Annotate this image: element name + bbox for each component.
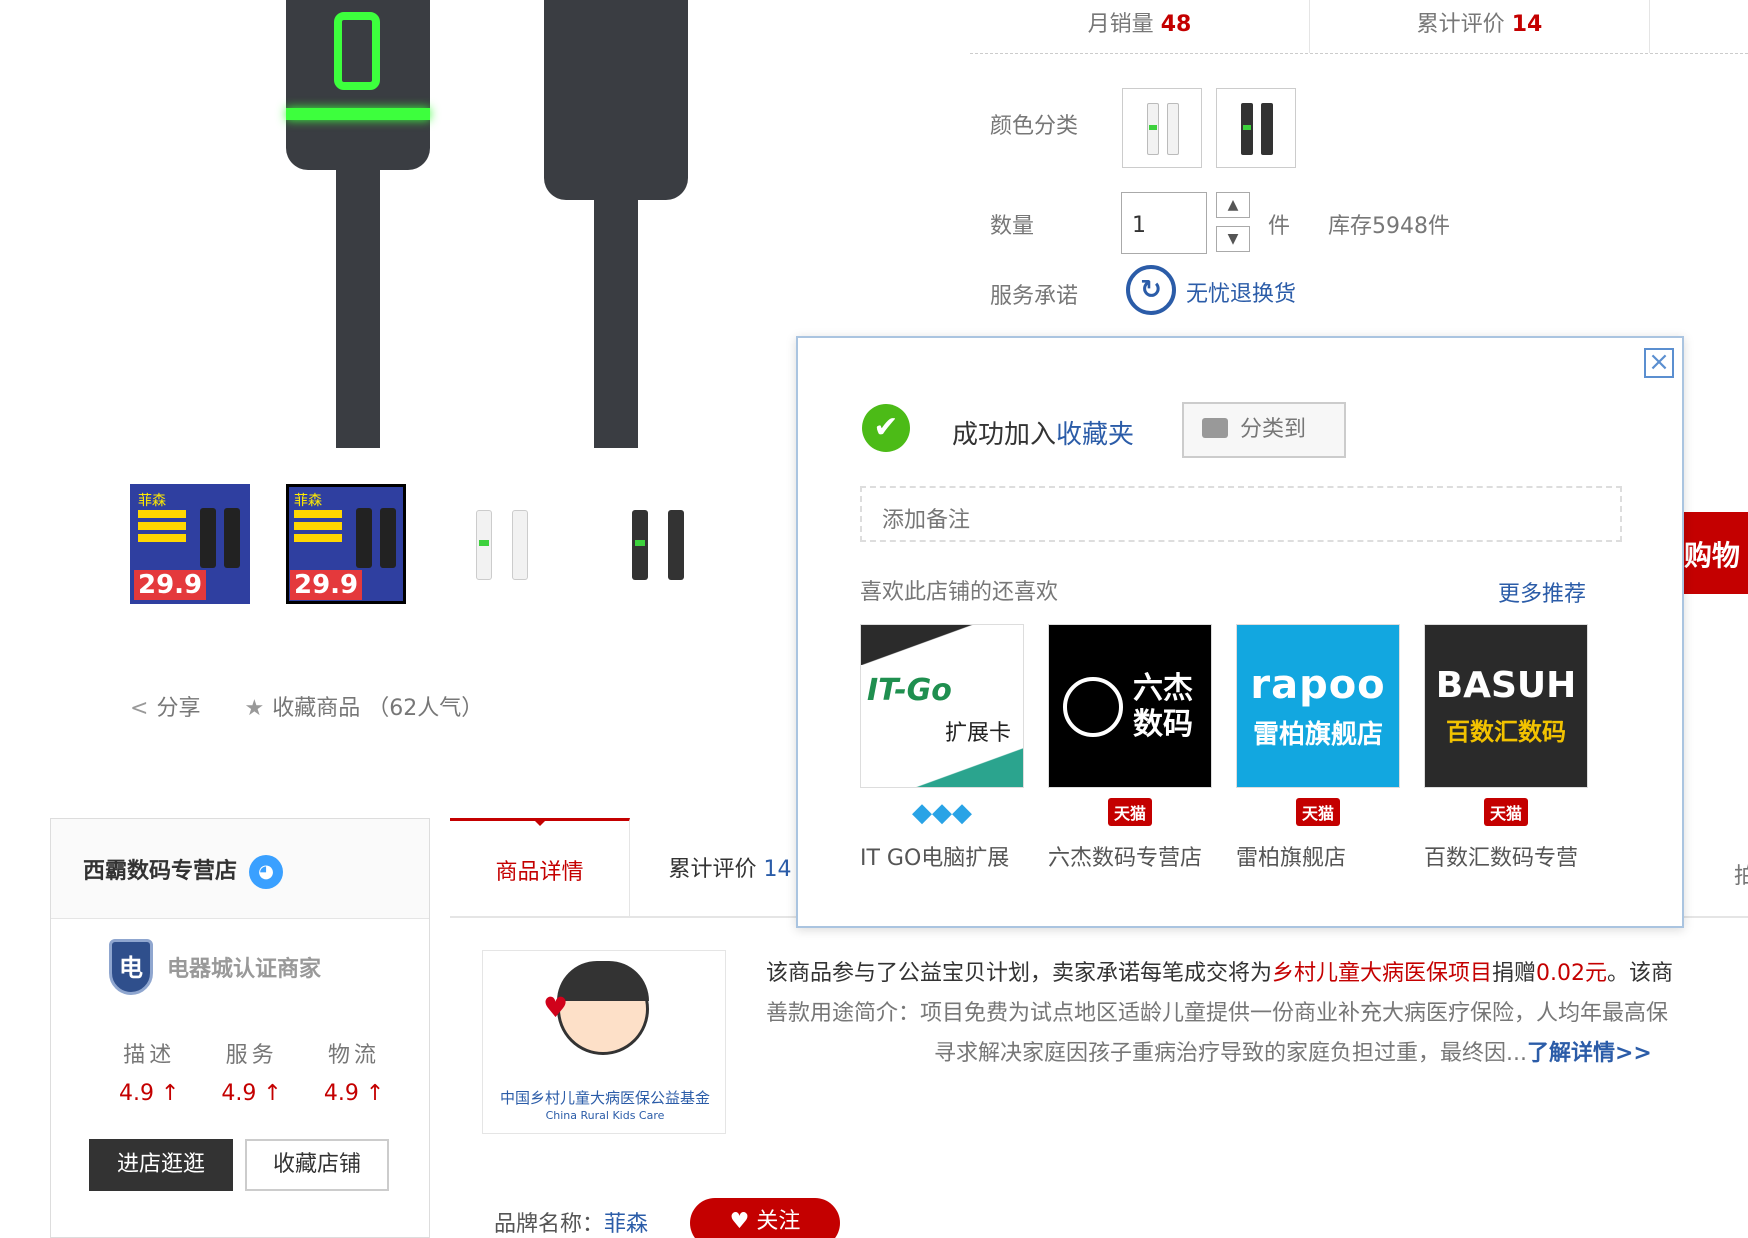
favorite-success-popup: × ✔ 成功加入收藏夹 分类到 添加备注 喜欢此店铺的还喜欢 更多推荐 IT-G… <box>796 336 1684 928</box>
stock-text: 库存5948件 <box>1328 214 1450 239</box>
sales-stats: 月销量 48 累计评价 14 <box>970 0 1748 54</box>
color-label: 颜色分类 <box>990 114 1079 139</box>
quantity-increase-button[interactable]: ▲ <box>1216 192 1250 218</box>
shop-name[interactable]: 西霸数码专营店 <box>83 859 237 884</box>
favorite-label: 收藏商品 <box>272 696 361 721</box>
share-label: 分享 <box>156 696 201 721</box>
quantity-label: 数量 <box>990 214 1035 239</box>
rec-logo-sub: 数码 <box>1133 707 1193 742</box>
score-logistics: 物流 4.9 ↑ <box>323 1043 385 1106</box>
enter-shop-button[interactable]: 进店逛逛 <box>89 1139 233 1191</box>
rec-logo-text: 六杰 <box>1133 671 1193 706</box>
shop-panel: 西霸数码专营店 ◕ 电 电器城认证商家 描述 4.9 ↑ 服务 4.9 ↑ 物流 4.9… <box>50 818 430 1238</box>
color-swatch-white[interactable] <box>1122 88 1202 168</box>
favorite-item-link[interactable]: ★ 收藏商品 （62人气） <box>244 690 483 722</box>
diamond-icon: ◆◆◆ <box>912 798 972 828</box>
charity-description: 该商品参与了公益宝贝计划，卖家承诺每笔成交将为乡村儿童大病医保项目捐赠0.02元… <box>766 961 1674 1066</box>
charity-logo-en: China Rural Kids Care <box>545 1109 665 1122</box>
wangwang-chat-icon[interactable]: ◕ <box>249 855 284 889</box>
tab-overflow-label[interactable]: 拍 <box>1734 858 1748 890</box>
score-description: 描述 4.9 ↑ <box>119 1043 180 1106</box>
thumbnail-3[interactable] <box>442 484 562 604</box>
classify-button[interactable]: 分类到 <box>1182 402 1346 458</box>
rec-item-liujie[interactable]: 六杰 数码 天猫 六杰数码专营店 <box>1048 624 1212 872</box>
heart-icon: ♥ <box>729 1209 750 1234</box>
favorite-count: （62人气） <box>367 696 484 721</box>
more-recommendations-link[interactable]: 更多推荐 <box>1498 576 1586 608</box>
tmall-badge-icon: 天猫 <box>1483 798 1528 826</box>
thumbnail-2[interactable]: 菲森 29.9 <box>286 484 406 604</box>
favorite-shop-button[interactable]: 收藏店铺 <box>245 1139 389 1191</box>
thumbnail-4[interactable] <box>598 484 718 604</box>
brand-row: 品牌名称：菲森 <box>494 1212 649 1237</box>
tab-details[interactable]: 商品详情 <box>450 818 630 918</box>
add-note-input[interactable]: 添加备注 <box>860 486 1622 542</box>
tmall-badge-icon: 天猫 <box>1107 798 1152 826</box>
monthly-sales: 月销量 48 <box>970 0 1310 53</box>
quantity-unit: 件 <box>1268 214 1291 239</box>
folder-icon <box>1202 418 1228 438</box>
quantity-decrease-button[interactable]: ▼ <box>1216 226 1250 252</box>
shop-header: 西霸数码专营店 ◕ <box>51 819 429 919</box>
share-link[interactable]: < 分享 <box>130 690 200 722</box>
shop-buttons: 进店逛逛 收藏店铺 <box>89 1139 389 1191</box>
service-text[interactable]: 无忧退换货 <box>1186 276 1296 308</box>
charity-project-link[interactable]: 乡村儿童大病医保项目 <box>1272 961 1492 986</box>
share-favorite-row: < 分享 ★ 收藏商品 （62人气） <box>130 690 483 722</box>
shop-certification: 电 电器城认证商家 <box>109 939 321 995</box>
refund-icon: ↻ <box>1126 265 1176 315</box>
brand-name-link[interactable]: 菲森 <box>604 1212 648 1237</box>
heart-icon: ♥ <box>543 991 569 1024</box>
thumbnail-brand: 菲森 <box>138 493 166 509</box>
charity-logo-cn: 中国乡村儿童大病医保公益基金 <box>499 1089 710 1107</box>
add-to-cart-button[interactable]: 购物 <box>1676 512 1748 594</box>
recommendation-list: IT-Go 扩展卡 ◆◆◆ IT GO电脑扩展 六杰 数码 天猫 六杰数码专营店 … <box>860 624 1588 872</box>
thumbnail-price: 29.9 <box>134 570 207 600</box>
shop-scores: 描述 4.9 ↑ 服务 4.9 ↑ 物流 4.9 ↑ <box>119 1037 384 1106</box>
success-check-icon: ✔ <box>862 404 910 452</box>
favorites-link[interactable]: 收藏夹 <box>1056 420 1134 450</box>
rec-item-name: 百数汇数码专营 <box>1424 846 1579 871</box>
rec-item-name: 雷柏旗舰店 <box>1236 846 1347 871</box>
tmall-badge-icon: 天猫 <box>1295 798 1340 826</box>
certification-label: 电器城认证商家 <box>167 957 322 982</box>
star-icon: ★ <box>244 696 265 721</box>
rec-logo-text: rapoo <box>1250 661 1386 708</box>
rec-logo-sub: 雷柏旗舰店 <box>1252 719 1383 750</box>
certification-shield-icon: 电 <box>109 939 153 995</box>
follow-brand-button[interactable]: ♥ 关注 <box>690 1198 840 1238</box>
rec-logo-sub: 百数汇数码 <box>1446 718 1566 746</box>
service-label: 服务承诺 <box>990 284 1079 309</box>
product-main-image <box>130 0 830 448</box>
rec-item-name: IT GO电脑扩展 <box>860 846 1010 871</box>
rec-item-name: 六杰数码专营店 <box>1048 846 1203 871</box>
thumbnail-1[interactable]: 菲森 29.9 <box>130 484 250 604</box>
rec-logo-sub: 扩展卡 <box>945 721 1012 746</box>
quantity-input[interactable]: 1 <box>1121 192 1207 254</box>
recommendation-title: 喜欢此店铺的还喜欢 <box>860 580 1059 605</box>
color-swatch-black[interactable] <box>1216 88 1296 168</box>
thumbnail-brand: 菲森 <box>294 493 322 509</box>
charity-logo[interactable]: ♥ 中国乡村儿童大病医保公益基金 China Rural Kids Care <box>482 950 726 1134</box>
rec-item-basuh[interactable]: BASUH 百数汇数码 天猫 百数汇数码专营 <box>1424 624 1588 872</box>
charity-details-link[interactable]: 了解详情>> <box>1527 1041 1652 1066</box>
success-message: 成功加入收藏夹 <box>952 420 1135 450</box>
rec-logo-text: BASUH <box>1435 665 1577 706</box>
close-icon[interactable]: × <box>1644 348 1674 378</box>
rec-item-rapoo[interactable]: rapoo 雷柏旗舰店 天猫 雷柏旗舰店 <box>1236 624 1400 872</box>
rec-logo-text: IT-Go <box>867 673 952 708</box>
total-reviews[interactable]: 累计评价 14 <box>1310 0 1650 53</box>
rec-item-itgo[interactable]: IT-Go 扩展卡 ◆◆◆ IT GO电脑扩展 <box>860 624 1024 872</box>
product-thumbnails: 菲森 29.9 菲森 29.9 <box>130 484 718 604</box>
score-service: 服务 4.9 ↑ <box>221 1043 282 1106</box>
thumbnail-price: 29.9 <box>290 570 363 600</box>
share-icon: < <box>130 696 149 721</box>
